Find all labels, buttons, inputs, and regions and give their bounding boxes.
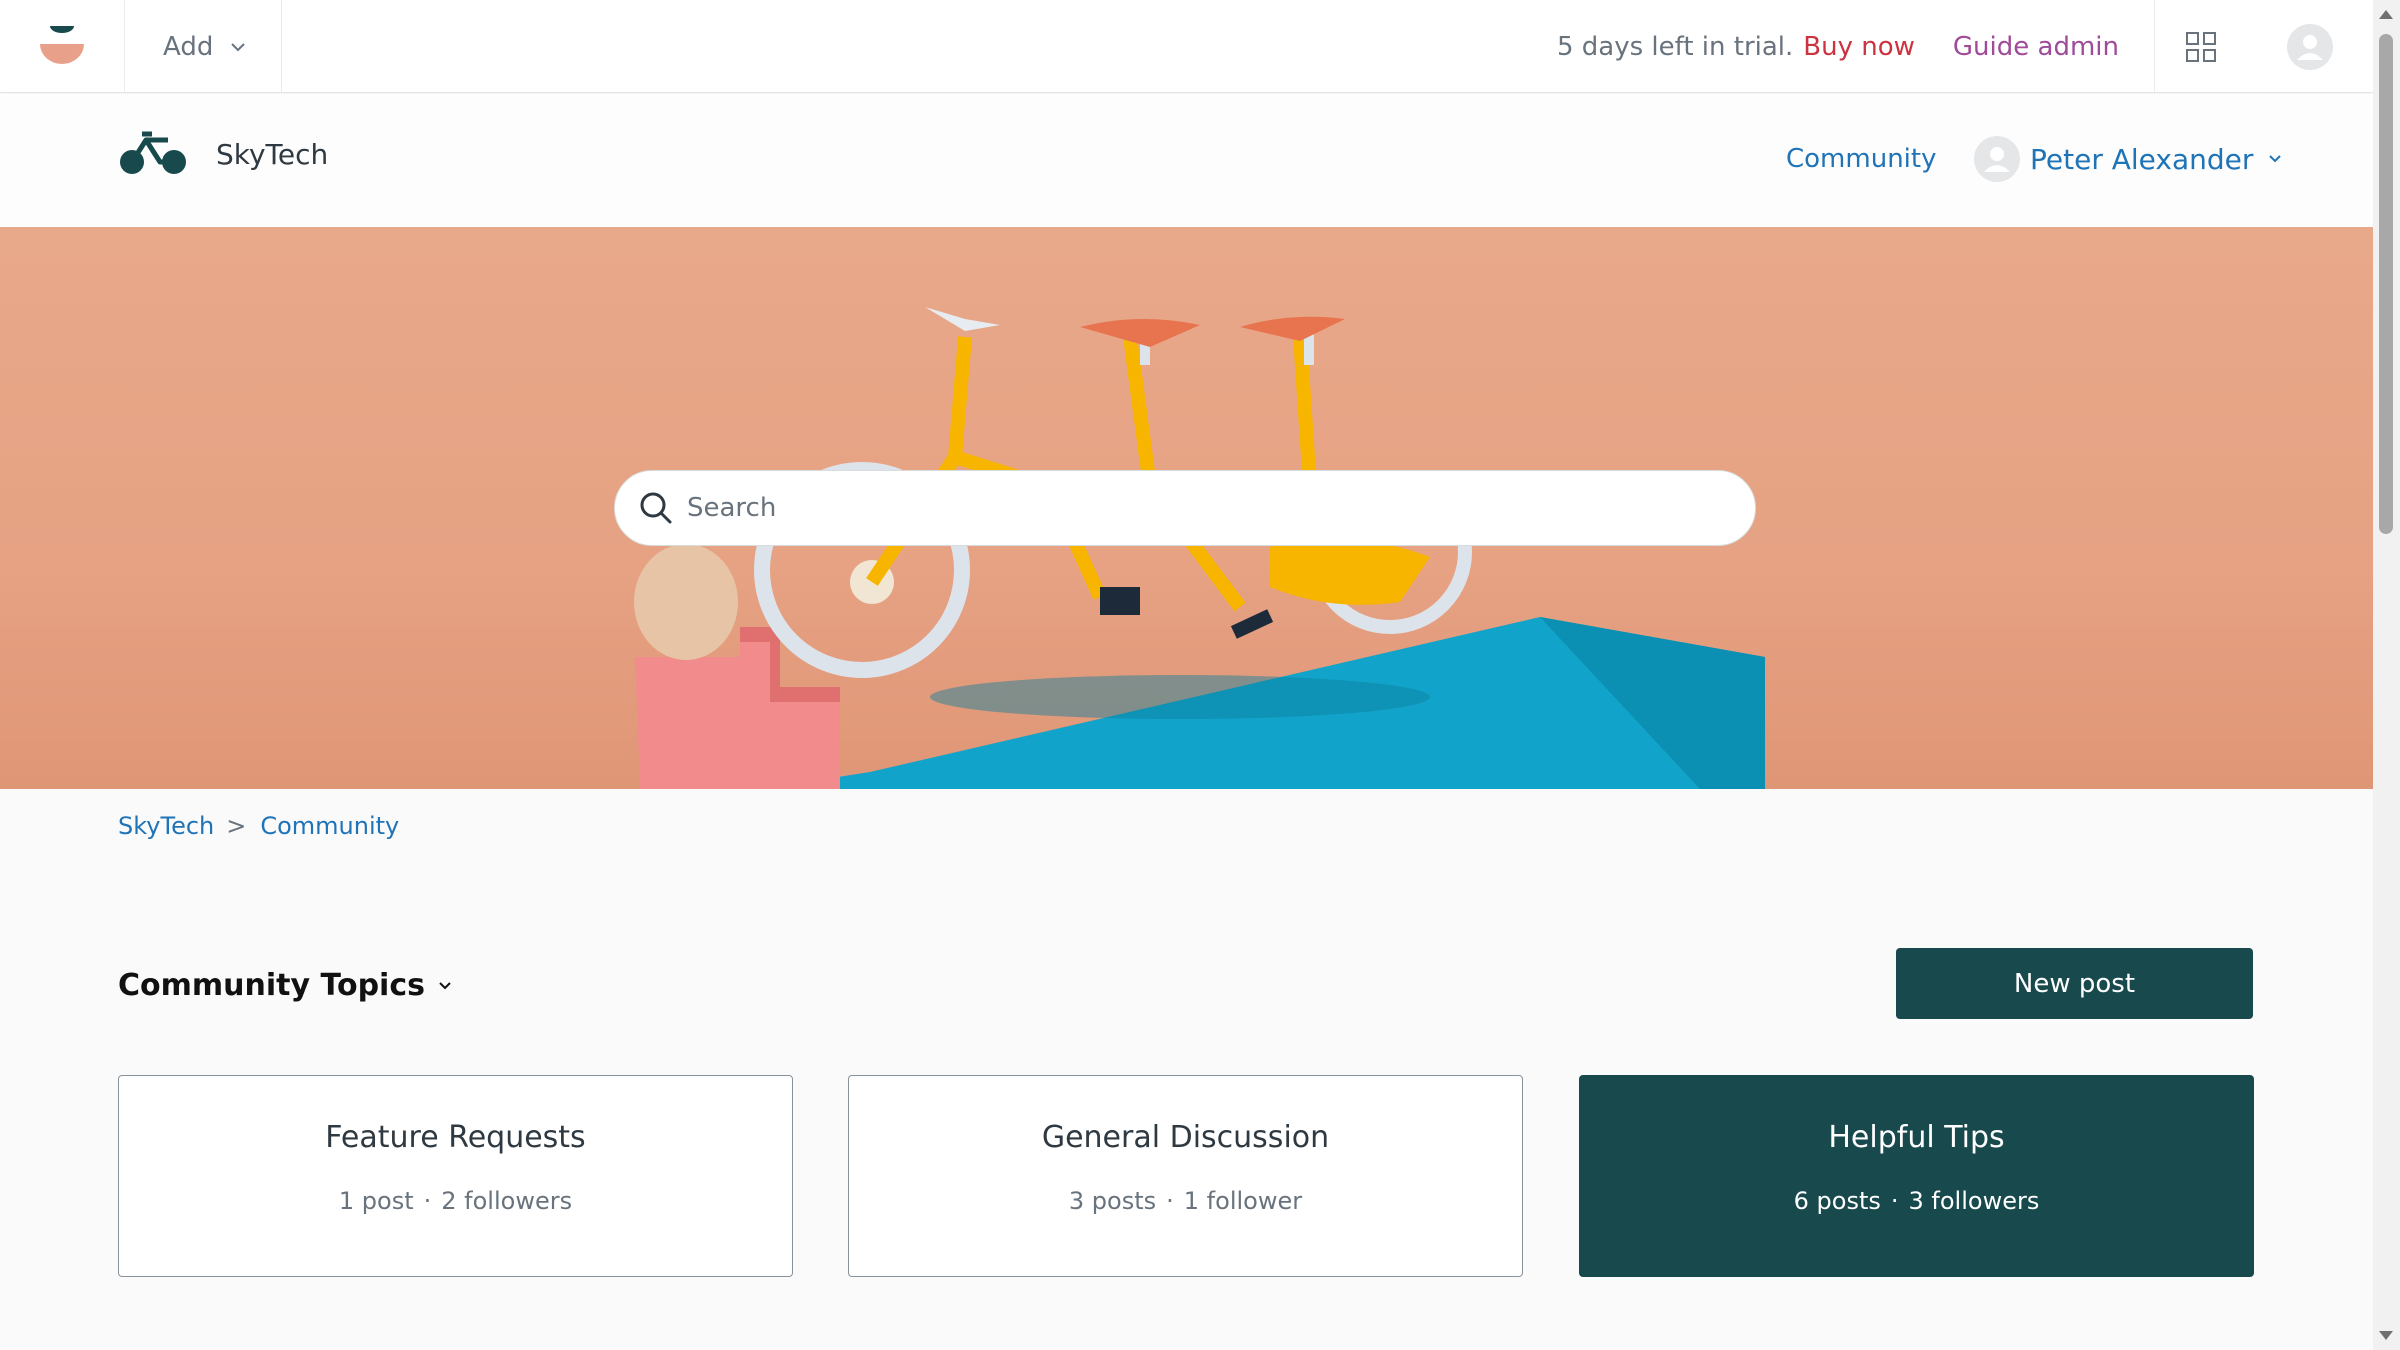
hero-banner	[0, 227, 2373, 789]
search-bar[interactable]	[614, 470, 1756, 546]
community-topics-dropdown[interactable]: Community Topics	[118, 968, 453, 1003]
scroll-down-arrow-icon[interactable]	[2379, 1331, 2393, 1340]
topic-title: General Discussion	[1041, 1120, 1330, 1155]
topic-meta: 6 posts · 3 followers	[1580, 1187, 2253, 1215]
chevron-down-icon	[2269, 155, 2282, 163]
topic-posts-count: 6 posts	[1793, 1187, 1881, 1215]
nav-community-link[interactable]: Community	[1786, 144, 1936, 174]
user-avatar-icon	[1974, 136, 2020, 182]
add-menu-button[interactable]: Add	[125, 0, 282, 93]
topic-card-feature-requests[interactable]: Feature Requests 1 post · 2 followers	[118, 1075, 793, 1277]
meta-separator: ·	[423, 1187, 432, 1215]
topic-followers-count: 1 follower	[1183, 1187, 1303, 1215]
breadcrumb-item-skytech[interactable]: SkyTech	[118, 812, 214, 840]
meta-separator: ·	[1166, 1187, 1174, 1215]
user-name: Peter Alexander	[2030, 142, 2254, 176]
page-scrollbar[interactable]	[2373, 0, 2400, 1350]
bicycle-logo-icon	[120, 131, 186, 174]
topic-title: Feature Requests	[325, 1120, 586, 1155]
breadcrumb-separator: >	[226, 812, 247, 840]
zendesk-logo-icon[interactable]	[0, 0, 125, 93]
trial-text: 5 days left in trial.	[1556, 31, 1794, 62]
topic-posts-count: 1 post	[338, 1187, 414, 1215]
topic-card-general-discussion[interactable]: General Discussion 3 posts · 1 follower	[848, 1075, 1523, 1277]
chevron-down-icon	[439, 981, 451, 989]
meta-separator: ·	[1890, 1187, 1899, 1215]
site-header: SkyTech Community Peter Alexander	[0, 94, 2373, 227]
user-avatar-icon	[2286, 23, 2333, 70]
search-input[interactable]	[687, 493, 1687, 523]
topic-posts-count: 3 posts	[1068, 1187, 1157, 1215]
topic-followers-count: 2 followers	[441, 1187, 573, 1215]
topic-meta: 1 post · 2 followers	[119, 1187, 792, 1215]
add-label: Add	[163, 31, 214, 62]
topic-card-helpful-tips[interactable]: Helpful Tips 6 posts · 3 followers	[1579, 1075, 2254, 1277]
admin-top-bar: Add 5 days left in trial. Buy now Guide …	[0, 0, 2373, 93]
breadcrumb-item-community[interactable]: Community	[260, 812, 399, 840]
community-topics-heading: Community Topics	[118, 968, 425, 1003]
scroll-up-arrow-icon[interactable]	[2379, 10, 2393, 19]
topic-followers-count: 3 followers	[1908, 1187, 2040, 1215]
breadcrumb: SkyTech > Community	[118, 812, 399, 840]
trial-notice: 5 days left in trial. Buy now Guide admi…	[1557, 0, 2119, 93]
scrollbar-thumb[interactable]	[2379, 34, 2393, 534]
search-icon	[640, 492, 672, 524]
buy-now-link[interactable]: Buy now	[1803, 32, 1915, 62]
product-tray-icon	[2185, 31, 2216, 62]
topic-meta: 3 posts · 1 follower	[849, 1187, 1522, 1215]
admin-avatar-button[interactable]	[2246, 0, 2373, 93]
chevron-down-icon	[231, 42, 246, 51]
user-menu-button[interactable]: Peter Alexander	[1974, 136, 2283, 182]
topic-title: Helpful Tips	[1828, 1120, 2005, 1155]
new-post-button[interactable]: New post	[1896, 948, 2253, 1019]
product-tray-button[interactable]	[2154, 0, 2246, 93]
guide-admin-link[interactable]: Guide admin	[1953, 32, 2119, 62]
brand-name: SkyTech	[216, 137, 329, 171]
brand-home-link[interactable]: SkyTech	[118, 130, 328, 178]
